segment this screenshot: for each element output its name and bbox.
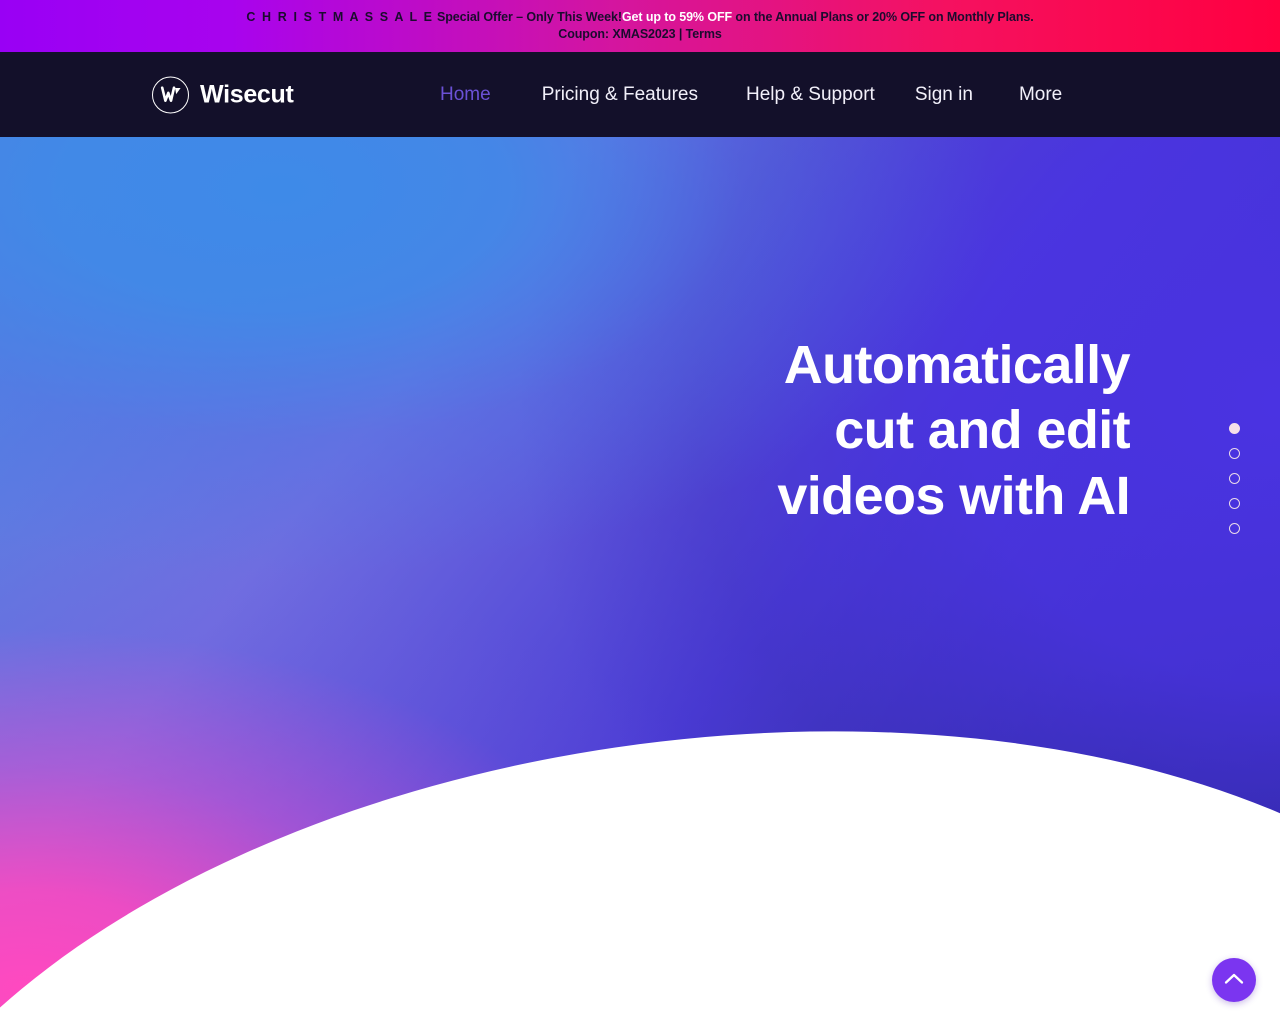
main-navigation: Home Pricing & Features Help & Support S… bbox=[440, 84, 1062, 106]
promo-banner-line-2: Coupon: XMAS2023 | Terms bbox=[558, 26, 722, 41]
slider-dot-5[interactable] bbox=[1229, 523, 1240, 534]
nav-item-sign-in[interactable]: Sign in bbox=[915, 84, 973, 106]
nav-item-home[interactable]: Home bbox=[440, 84, 491, 106]
promo-monthly-tail-link[interactable]: on Monthly Plans. bbox=[925, 10, 1033, 24]
slider-dot-4[interactable] bbox=[1229, 498, 1240, 509]
slider-dot-1[interactable] bbox=[1229, 423, 1240, 434]
site-header: Wisecut Home Pricing & Features Help & S… bbox=[0, 52, 1280, 137]
hero-section: Automatically cut and edit videos with A… bbox=[0, 137, 1280, 1024]
hero-bottom-curve bbox=[0, 631, 1280, 1024]
promo-banner-line-1: C H R I S T M A S S A L E Special Offer … bbox=[246, 11, 1033, 24]
nav-item-help-and-support[interactable]: Help & Support bbox=[746, 84, 875, 106]
wisecut-w-circle-icon bbox=[152, 76, 189, 113]
promo-xmas-sale-link[interactable]: C H R I S T M A S S A L E bbox=[246, 10, 433, 24]
slider-dot-3[interactable] bbox=[1229, 473, 1240, 484]
promo-terms-link[interactable]: Terms bbox=[686, 27, 722, 41]
promo-coupon-code: Coupon: XMAS2023 | bbox=[558, 26, 686, 41]
hero-headline: Automatically cut and edit videos with A… bbox=[777, 335, 1130, 526]
promo-monthly-discount-link[interactable]: 20% OFF bbox=[872, 10, 925, 24]
brand-name: Wisecut bbox=[200, 80, 294, 108]
brand-logo-link[interactable]: Wisecut bbox=[152, 76, 294, 113]
promo-banner: C H R I S T M A S S A L E Special Offer … bbox=[0, 0, 1280, 52]
promo-annual-tail-link[interactable]: on the Annual Plans or bbox=[732, 10, 872, 24]
nav-item-more[interactable]: More bbox=[1019, 84, 1062, 106]
scroll-to-top-button[interactable] bbox=[1212, 958, 1256, 1002]
hero-slider-dots bbox=[1229, 423, 1240, 534]
promo-offer-text-link[interactable]: Special Offer – Only This Week! bbox=[434, 10, 622, 24]
promo-annual-discount-link[interactable]: Get up to 59% OFF bbox=[622, 10, 732, 24]
chevron-up-icon bbox=[1224, 972, 1244, 988]
nav-item-pricing-and-features[interactable]: Pricing & Features bbox=[542, 84, 698, 106]
slider-dot-2[interactable] bbox=[1229, 448, 1240, 459]
